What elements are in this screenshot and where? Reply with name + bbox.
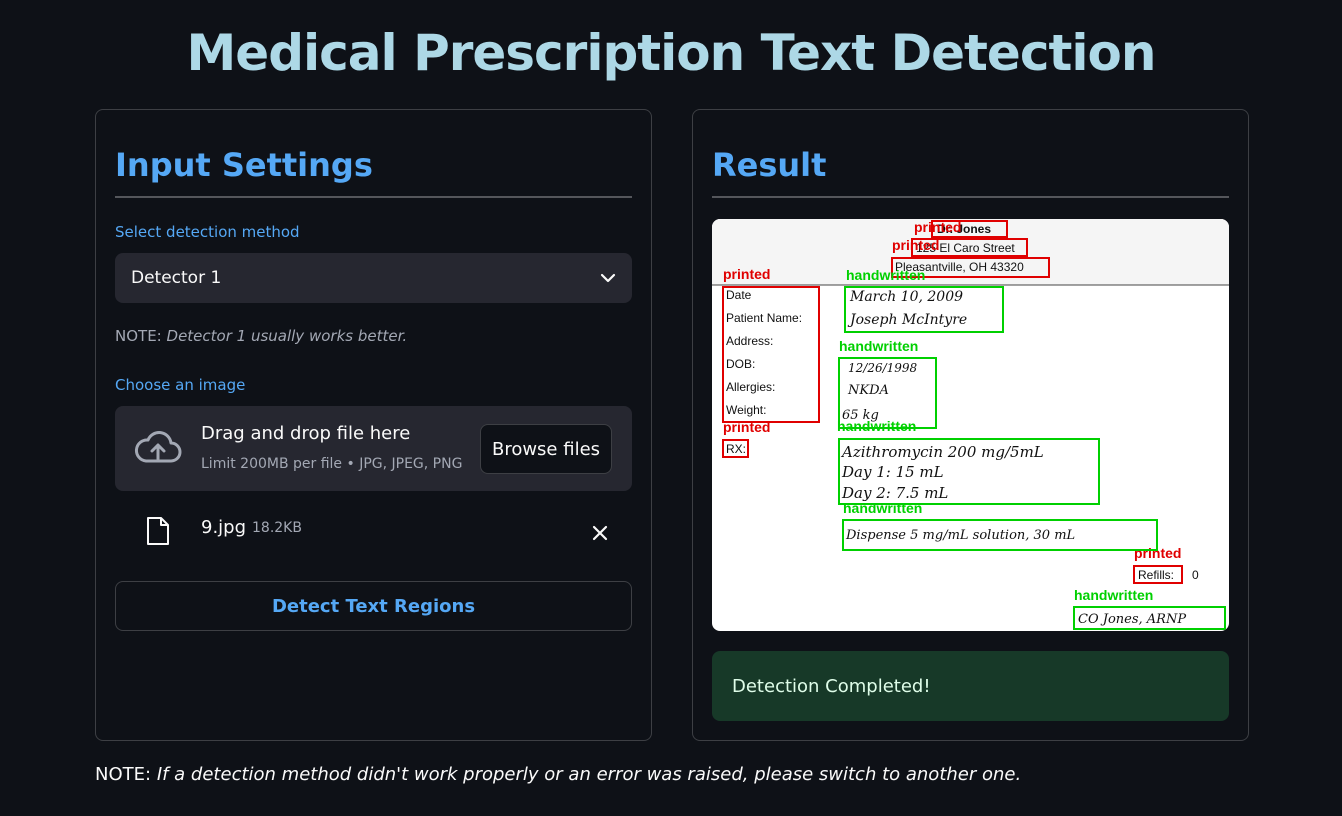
footer-note-prefix: NOTE:: [95, 764, 152, 785]
box-printed-labels: [722, 286, 820, 423]
tag-handwritten: handwritten: [846, 267, 925, 283]
detect-text-regions-button[interactable]: Detect Text Regions: [115, 581, 632, 631]
label-dob: DOB:: [726, 357, 755, 371]
tag-handwritten: handwritten: [837, 418, 916, 434]
note-prefix: NOTE:: [115, 327, 162, 345]
label-address: Address:: [726, 334, 773, 348]
detection-method-value: Detector 1: [131, 268, 222, 288]
result-image: Dr. Jones 125 El Caro Street Pleasantvil…: [712, 219, 1229, 631]
footer-note-text: If a detection method didn't work proper…: [156, 764, 1022, 785]
dropzone-limits: Limit 200MB per file • JPG, JPEG, PNG: [201, 456, 463, 472]
signature: CO Jones, ARNP: [1078, 612, 1186, 627]
label-patient-name: Patient Name:: [726, 311, 802, 325]
heading-divider: [712, 196, 1229, 198]
heading-divider: [115, 196, 632, 198]
label-weight: Weight:: [726, 403, 766, 417]
refills-value: 0: [1192, 568, 1199, 582]
method-note: NOTE: Detector 1 usually works better.: [115, 327, 407, 345]
tag-handwritten: handwritten: [843, 500, 922, 516]
file-icon: [147, 517, 169, 545]
success-alert: Detection Completed!: [712, 651, 1229, 721]
remove-file-button[interactable]: [585, 518, 615, 548]
file-dropzone[interactable]: Drag and drop file here Limit 200MB per …: [115, 406, 632, 491]
input-settings-panel: Input Settings Select detection method D…: [95, 109, 652, 741]
tag-printed: printed: [914, 219, 961, 235]
uploaded-file-row: 9.jpg 18.2KB: [115, 508, 632, 558]
dropzone-instruction: Drag and drop file here: [201, 423, 411, 444]
close-icon: [592, 525, 608, 541]
result-panel: Result Dr. Jones 125 El Caro Street Plea…: [692, 109, 1249, 741]
rx-line-1: Azithromycin 200 mg/5mL: [840, 443, 1044, 461]
success-message: Detection Completed!: [732, 675, 931, 697]
choose-image-label: Choose an image: [115, 376, 246, 394]
footer-note: NOTE: If a detection method didn't work …: [95, 764, 1021, 785]
page-title: Medical Prescription Text Detection: [186, 24, 1157, 82]
file-size: 18.2KB: [252, 520, 302, 536]
detection-method-select[interactable]: Detector 1: [115, 253, 632, 303]
tag-printed: printed: [892, 237, 939, 253]
label-refills: Refills:: [1138, 568, 1174, 582]
tag-handwritten: handwritten: [839, 338, 918, 354]
tag-printed: printed: [723, 266, 770, 282]
label-date: Date: [726, 288, 752, 302]
allergies-value: NKDA: [847, 383, 889, 398]
input-settings-heading: Input Settings: [115, 146, 373, 184]
cloud-upload-icon: [134, 431, 182, 463]
result-heading: Result: [712, 146, 827, 184]
label-allergies: Allergies:: [726, 380, 775, 394]
rx-line-2: Day 1: 15 mL: [841, 463, 944, 481]
patient-value: Joseph McIntyre: [847, 312, 967, 328]
note-text: Detector 1 usually works better.: [166, 327, 408, 345]
date-value: March 10, 2009: [849, 289, 963, 305]
detection-method-label: Select detection method: [115, 223, 300, 241]
annotated-prescription: Dr. Jones 125 El Caro Street Pleasantvil…: [712, 219, 1229, 630]
dispense-line: Dispense 5 mg/mL solution, 30 mL: [845, 528, 1075, 543]
tag-printed: printed: [723, 419, 770, 435]
dob-value: 12/26/1998: [848, 361, 918, 375]
tag-handwritten: handwritten: [1074, 587, 1153, 603]
label-rx: RX:: [726, 442, 746, 456]
file-name: 9.jpg: [201, 517, 247, 538]
chevron-down-icon: [600, 268, 616, 288]
browse-files-button[interactable]: Browse files: [480, 424, 612, 474]
